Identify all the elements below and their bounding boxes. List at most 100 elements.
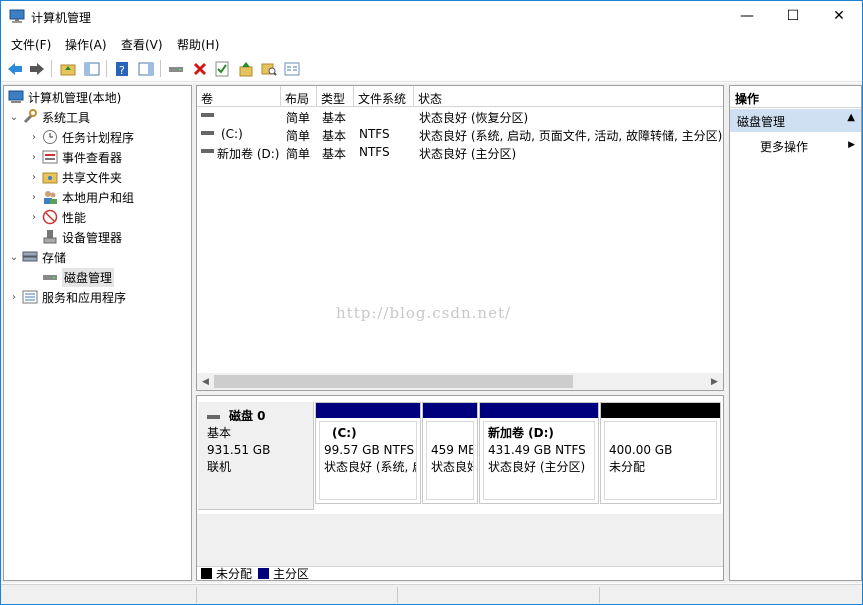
toolbar-separator	[106, 60, 107, 77]
show-hide-tree-button[interactable]	[82, 59, 102, 79]
services-icon	[22, 290, 38, 304]
partition-c[interactable]: (C:) 99.57 GB NTFS 状态良好 (系统, 启	[315, 402, 421, 504]
help-button[interactable]: ?	[112, 59, 132, 79]
tree-item-storage[interactable]: ⌄ 存储	[8, 247, 66, 267]
toolbar-separator	[160, 60, 161, 77]
disk-size: 931.51 GB	[207, 443, 271, 457]
partition-label	[431, 425, 469, 442]
delete-button[interactable]	[190, 59, 210, 79]
tree-item-shared-folders[interactable]: › 共享文件夹	[28, 167, 122, 187]
tree-label: 性能	[62, 210, 87, 225]
disk-state: 联机	[207, 460, 232, 474]
column-header-layout[interactable]: 布局	[281, 86, 317, 107]
tree-item-task-scheduler[interactable]: › 任务计划程序	[28, 127, 134, 147]
chevron-right-icon[interactable]: ›	[28, 172, 40, 183]
back-button[interactable]	[5, 59, 25, 79]
table-row[interactable]: 简单 基本 状态良好 (恢复分区)	[197, 107, 723, 125]
clock-icon	[43, 130, 57, 144]
delete-x-icon	[193, 62, 207, 76]
tree-item-disk-management[interactable]: 磁盘管理	[40, 267, 115, 287]
minimize-icon: —	[740, 8, 754, 24]
partition-d[interactable]: 新加卷 (D:) 431.49 GB NTFS 状态良好 (主分区)	[479, 402, 599, 504]
partition-size: 459 MB	[431, 443, 474, 457]
chevron-down-icon[interactable]: ⌄	[8, 252, 20, 263]
properties-button[interactable]	[212, 59, 232, 79]
tree-item-services-apps[interactable]: › 服务和应用程序	[8, 287, 126, 307]
table-row[interactable]: 新加卷 (D:) 简单 基本 NTFS 状态良好 (主分区)	[197, 143, 723, 161]
actions-section-disk-management[interactable]: 磁盘管理 ▲	[730, 109, 861, 132]
toolbar-separator	[51, 60, 52, 77]
partition-unallocated[interactable]: 400.00 GB 未分配	[600, 402, 721, 504]
view-button[interactable]	[282, 59, 302, 79]
partition-details: (C:) 99.57 GB NTFS 状态良好 (系统, 启	[319, 421, 417, 500]
cell-layout: 简单	[286, 111, 311, 125]
tools-icon	[23, 109, 37, 124]
forward-arrow-icon	[30, 63, 44, 75]
cell-volume: 新加卷 (D:)	[217, 147, 280, 161]
console-tree-icon	[84, 62, 100, 76]
chevron-right-icon[interactable]: ›	[28, 212, 40, 223]
menu-help[interactable]: 帮助(H)	[177, 36, 219, 53]
chevron-right-icon[interactable]: ›	[28, 192, 40, 203]
actions-pane: 操作 磁盘管理 ▲ 更多操作 ▶	[729, 85, 862, 581]
device-manager-icon	[43, 230, 57, 244]
cell-filesystem: NTFS	[359, 127, 390, 141]
scroll-left-icon[interactable]: ◀	[198, 374, 213, 389]
column-header-volume[interactable]: 卷	[197, 86, 281, 107]
export-button[interactable]	[236, 59, 256, 79]
cell-type: 基本	[322, 147, 347, 161]
partition-details: 400.00 GB 未分配	[604, 421, 717, 500]
chevron-right-icon[interactable]: ›	[28, 132, 40, 143]
tree-item-device-manager[interactable]: 设备管理器	[40, 227, 122, 247]
tree-label: 本地用户和组	[62, 190, 135, 205]
collapse-up-icon[interactable]: ▲	[847, 112, 855, 123]
chevron-right-icon[interactable]: ›	[28, 152, 40, 163]
tree-item-performance[interactable]: › 性能	[28, 207, 86, 227]
more-actions-item[interactable]: 更多操作	[760, 138, 808, 155]
tree-label: 计算机管理(本地)	[28, 90, 122, 105]
partition-details: 新加卷 (D:) 431.49 GB NTFS 状态良好 (主分区)	[483, 421, 595, 500]
submenu-arrow-icon: ▶	[848, 140, 855, 150]
legend-swatch-primary	[258, 568, 270, 579]
window-title: 计算机管理	[31, 11, 92, 25]
scroll-right-icon[interactable]: ▶	[707, 374, 722, 389]
partition-label	[609, 425, 712, 442]
tree-item-system-tools[interactable]: ⌄ 系统工具	[8, 107, 90, 127]
close-button[interactable]: ✕	[816, 1, 862, 31]
column-header-type[interactable]: 类型	[317, 86, 354, 107]
drive-icon	[169, 67, 183, 72]
show-hide-action-pane-button[interactable]	[136, 59, 156, 79]
disk-name: 磁盘 0	[229, 409, 266, 423]
event-log-icon	[42, 150, 58, 164]
partition-color-bar	[601, 403, 720, 418]
disk-info[interactable]: 磁盘 0 基本 931.51 GB 联机	[198, 402, 314, 510]
column-header-filesystem[interactable]: 文件系统	[354, 86, 414, 107]
tree-item-root[interactable]: 计算机管理(本地)	[6, 87, 121, 107]
forward-button[interactable]	[27, 59, 47, 79]
more-actions-label: 更多操作	[760, 140, 809, 154]
column-header-status[interactable]: 状态	[414, 86, 723, 107]
minimize-button[interactable]: —	[724, 1, 770, 31]
connect-drive-button[interactable]	[166, 59, 186, 79]
partition-size: 431.49 GB NTFS	[488, 443, 586, 457]
search-button[interactable]	[259, 59, 279, 79]
scrollbar-thumb[interactable]	[214, 375, 573, 388]
chevron-down-icon[interactable]: ⌄	[8, 112, 20, 123]
partition-recovery[interactable]: 459 MB 状态良好	[422, 402, 478, 504]
up-level-button[interactable]	[58, 59, 78, 79]
menu-view[interactable]: 查看(V)	[121, 36, 163, 53]
computer-management-icon	[9, 9, 25, 23]
partition-size: 400.00 GB	[609, 443, 673, 457]
maximize-button[interactable]: ☐	[770, 1, 816, 31]
tree-item-local-users[interactable]: › 本地用户和组	[28, 187, 134, 207]
menu-action[interactable]: 操作(A)	[65, 36, 107, 53]
table-row[interactable]: (C:) 简单 基本 NTFS 状态良好 (系统, 启动, 页面文件, 活动, …	[197, 125, 723, 143]
chevron-right-icon[interactable]: ›	[8, 292, 20, 303]
tree-item-event-viewer[interactable]: › 事件查看器	[28, 147, 122, 167]
menu-file[interactable]: 文件(F)	[11, 36, 51, 53]
partition-color-bar	[423, 403, 477, 418]
cell-layout: 简单	[286, 147, 311, 161]
horizontal-scrollbar[interactable]: ◀ ▶	[197, 373, 723, 390]
legend-unallocated: 未分配	[216, 567, 253, 581]
cell-status: 状态良好 (系统, 启动, 页面文件, 活动, 故障转储, 主分区)	[419, 129, 723, 143]
